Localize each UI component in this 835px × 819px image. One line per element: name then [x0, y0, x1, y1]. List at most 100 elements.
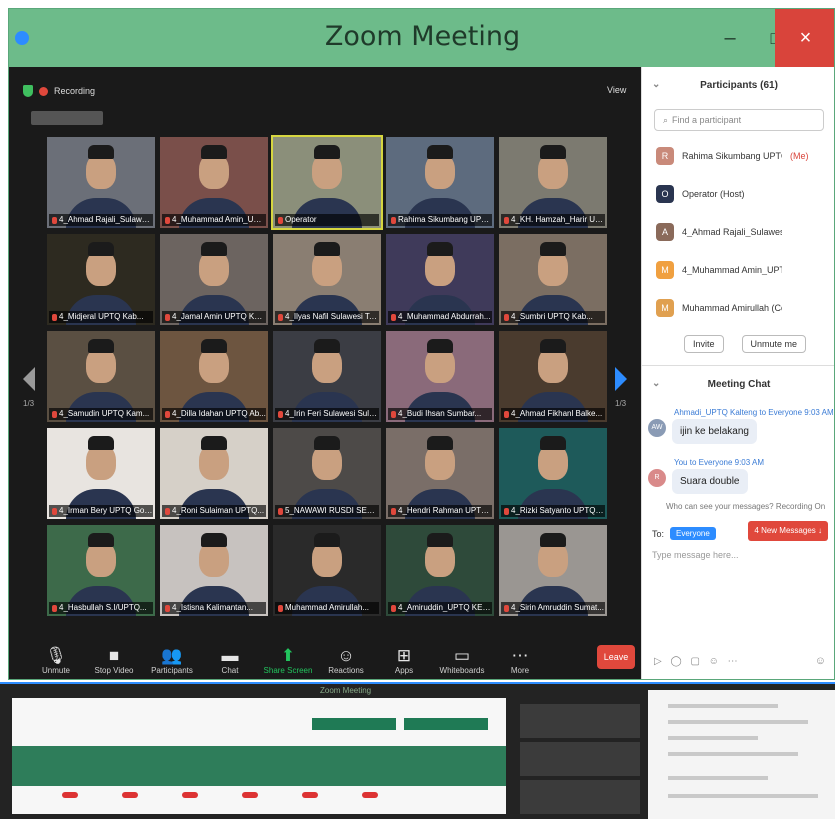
tile-name-label: 4_Ahmad Rajali_Sulawesi UP...	[49, 214, 153, 226]
mic-muted-icon	[278, 508, 283, 515]
participant-name: Operator (Host)	[682, 189, 745, 199]
participant-cap	[201, 436, 227, 450]
participant-row[interactable]: R Rahima Sikumbang UPTQ... (Me)	[642, 137, 834, 175]
more-button[interactable]: ⋯ More	[491, 646, 549, 675]
tile-name-label: 4_Hasbullah S.I/UPTQ...	[49, 602, 153, 614]
video-tile[interactable]: 4_Irin Feri Sulawesi Sula...	[273, 331, 381, 422]
chat-button[interactable]: ▬ Chat	[201, 646, 259, 675]
participant-search-input[interactable]: ⌕ Find a participant	[654, 109, 824, 131]
tile-name-label: 4_Budi Ihsan Sumbar...	[388, 408, 492, 420]
participant-row[interactable]: M Muhammad Amirullah (Co-host)	[642, 289, 834, 327]
mic-muted-icon	[52, 508, 57, 515]
chat-message-input[interactable]: Type message here...	[652, 550, 834, 560]
meeting-toolbar: 🎙 Unmute ■ Stop Video 👥 Participants ▬ C…	[9, 635, 641, 679]
emoji-icon[interactable]: ☺	[815, 655, 826, 667]
slide-box	[312, 718, 396, 730]
slide-marker	[62, 792, 78, 798]
shield-icon[interactable]	[23, 85, 33, 97]
mic-muted-icon	[391, 217, 396, 224]
next-page-arrow-icon[interactable]	[615, 367, 627, 391]
tile-name-label: 4_Jamal Amin UPTQ Kabu...	[162, 311, 266, 323]
video-tile[interactable]: 4_Ilyas Nafil Sulawesi Tengg...	[273, 234, 381, 325]
video-tile[interactable]: 4_Muhammad Amin_UPTQ K...	[160, 137, 268, 228]
invite-button[interactable]: Invite	[684, 335, 724, 353]
chat-header: ⌄ Meeting Chat	[642, 366, 834, 402]
collapse-chat-chevron-icon[interactable]: ⌄	[652, 378, 660, 389]
chat-tools-icon[interactable]: ▷ ◯ ▢ ☺ ⋯	[654, 656, 741, 667]
unmute-button[interactable]: 🎙 Unmute	[27, 646, 85, 675]
video-tile[interactable]: 4_Jamal Amin UPTQ Kabu...	[160, 234, 268, 325]
participant-cap	[540, 145, 566, 159]
whiteboards-button[interactable]: ▭ Whiteboards	[433, 646, 491, 675]
tile-name-label: 4_Istisna Kalimantan...	[162, 602, 266, 614]
leave-button[interactable]: Leave	[597, 645, 635, 669]
video-tile[interactable]: 4_Amiruddin_UPTQ KEPR...	[386, 525, 494, 616]
reactions-button[interactable]: ☺ Reactions	[317, 646, 375, 675]
participant-row[interactable]: A 4_Ahmad Rajali_Sulawesi U...	[642, 213, 834, 251]
video-tile[interactable]: 4_KH. Hamzah_Harir UPT...	[499, 137, 607, 228]
participant-cap	[88, 533, 114, 547]
participants-button[interactable]: 👥 Participants	[143, 646, 201, 675]
minimize-button[interactable]: –	[707, 9, 753, 67]
participant-row[interactable]: O Operator (Host)	[642, 175, 834, 213]
video-tile[interactable]: 4_Roni Sulaiman UPTQ...	[160, 428, 268, 519]
video-tile[interactable]: 4_Irman Bery UPTQ Gor...	[47, 428, 155, 519]
chat-line	[668, 736, 758, 740]
stop-video-button[interactable]: ■ Stop Video	[85, 646, 143, 675]
new-messages-button[interactable]: 4 New Messages ↓	[748, 521, 828, 541]
video-tile[interactable]: Rahima Sikumbang UPTQ...	[386, 137, 494, 228]
slide-band	[12, 746, 506, 786]
participant-list: R Rahima Sikumbang UPTQ... (Me) O Operator (…	[642, 137, 834, 327]
tile-name-label: 4_Midjeral UPTQ Kab...	[49, 311, 153, 323]
video-tile[interactable]: 4_Midjeral UPTQ Kab...	[47, 234, 155, 325]
video-tile[interactable]: 4_Budi Ihsan Sumbar...	[386, 331, 494, 422]
chat-line	[668, 776, 768, 780]
slide-marker	[242, 792, 258, 798]
tile-name-label: 4_Ilyas Nafil Sulawesi Tengg...	[275, 311, 379, 323]
video-tile[interactable]: 4_Dilla Idahan UPTQ Ab...	[160, 331, 268, 422]
tile-name-label: 4_Rizki Satyanto UPTQ K...	[501, 505, 605, 517]
mic-muted-icon	[504, 411, 509, 418]
video-tile[interactable]: 4_Sirin Amruddin Sumat...	[499, 525, 607, 616]
apps-label: Apps	[394, 666, 414, 675]
video-tile[interactable]: 4_Ahmad Fikhanl Balke...	[499, 331, 607, 422]
video-tile[interactable]: 4_Muhammad Abdurrah...	[386, 234, 494, 325]
mic-muted-icon	[504, 217, 509, 224]
participant-row[interactable]: M 4_Muhammad Amin_UPTQ L...	[642, 251, 834, 289]
video-tile[interactable]: 4_Sumbri UPTQ Kab...	[499, 234, 607, 325]
video-tile[interactable]: 4_Samudin UPTQ Kam...	[47, 331, 155, 422]
close-button[interactable]: ×	[775, 9, 834, 67]
mic-muted-icon	[165, 217, 170, 224]
chat-privacy-note[interactable]: Who can see your messages? Recording On	[642, 494, 834, 511]
video-tile[interactable]: Muhammad Amirullah...	[273, 525, 381, 616]
whiteboard-icon: ▭	[453, 646, 471, 665]
video-tile[interactable]: 4_Hasbullah S.I/UPTQ...	[47, 525, 155, 616]
participant-cap	[88, 436, 114, 450]
video-tile[interactable]: 4_Ahmad Rajali_Sulawesi UP...	[47, 137, 155, 228]
mic-muted-icon	[391, 411, 396, 418]
mic-muted-icon	[52, 314, 57, 321]
mic-muted-icon	[504, 314, 509, 321]
avatar: M	[656, 261, 674, 279]
more-label: More	[510, 666, 530, 675]
mic-muted-icon	[278, 217, 283, 224]
video-tile[interactable]: 4_Hendri Rahman UPTQ...	[386, 428, 494, 519]
slide-marker	[182, 792, 198, 798]
share-screen-button[interactable]: ⬆ Share Screen	[259, 646, 317, 675]
prev-page-arrow-icon[interactable]	[23, 367, 35, 391]
video-tile[interactable]: Operator	[271, 135, 383, 230]
unmute-me-button[interactable]: Unmute me	[741, 335, 807, 353]
view-button[interactable]: View	[607, 85, 626, 95]
mini-video-tile	[520, 704, 640, 738]
participant-cap	[314, 242, 340, 256]
recipient-select[interactable]: Everyone	[670, 527, 716, 540]
mic-muted-icon	[165, 508, 170, 515]
video-tile[interactable]: 4_Istisna Kalimantan...	[160, 525, 268, 616]
slide-box	[404, 718, 488, 730]
reactions-label: Reactions	[328, 666, 364, 675]
apps-button[interactable]: ⊞ Apps	[375, 646, 433, 675]
collapse-chevron-icon[interactable]: ⌄	[652, 79, 660, 90]
video-tile[interactable]: 5_NAWAWI RUSDI SEP Ria...	[273, 428, 381, 519]
participant-name: 4_Muhammad Amin_UPTQ L...	[682, 265, 782, 275]
video-tile[interactable]: 4_Rizki Satyanto UPTQ K...	[499, 428, 607, 519]
